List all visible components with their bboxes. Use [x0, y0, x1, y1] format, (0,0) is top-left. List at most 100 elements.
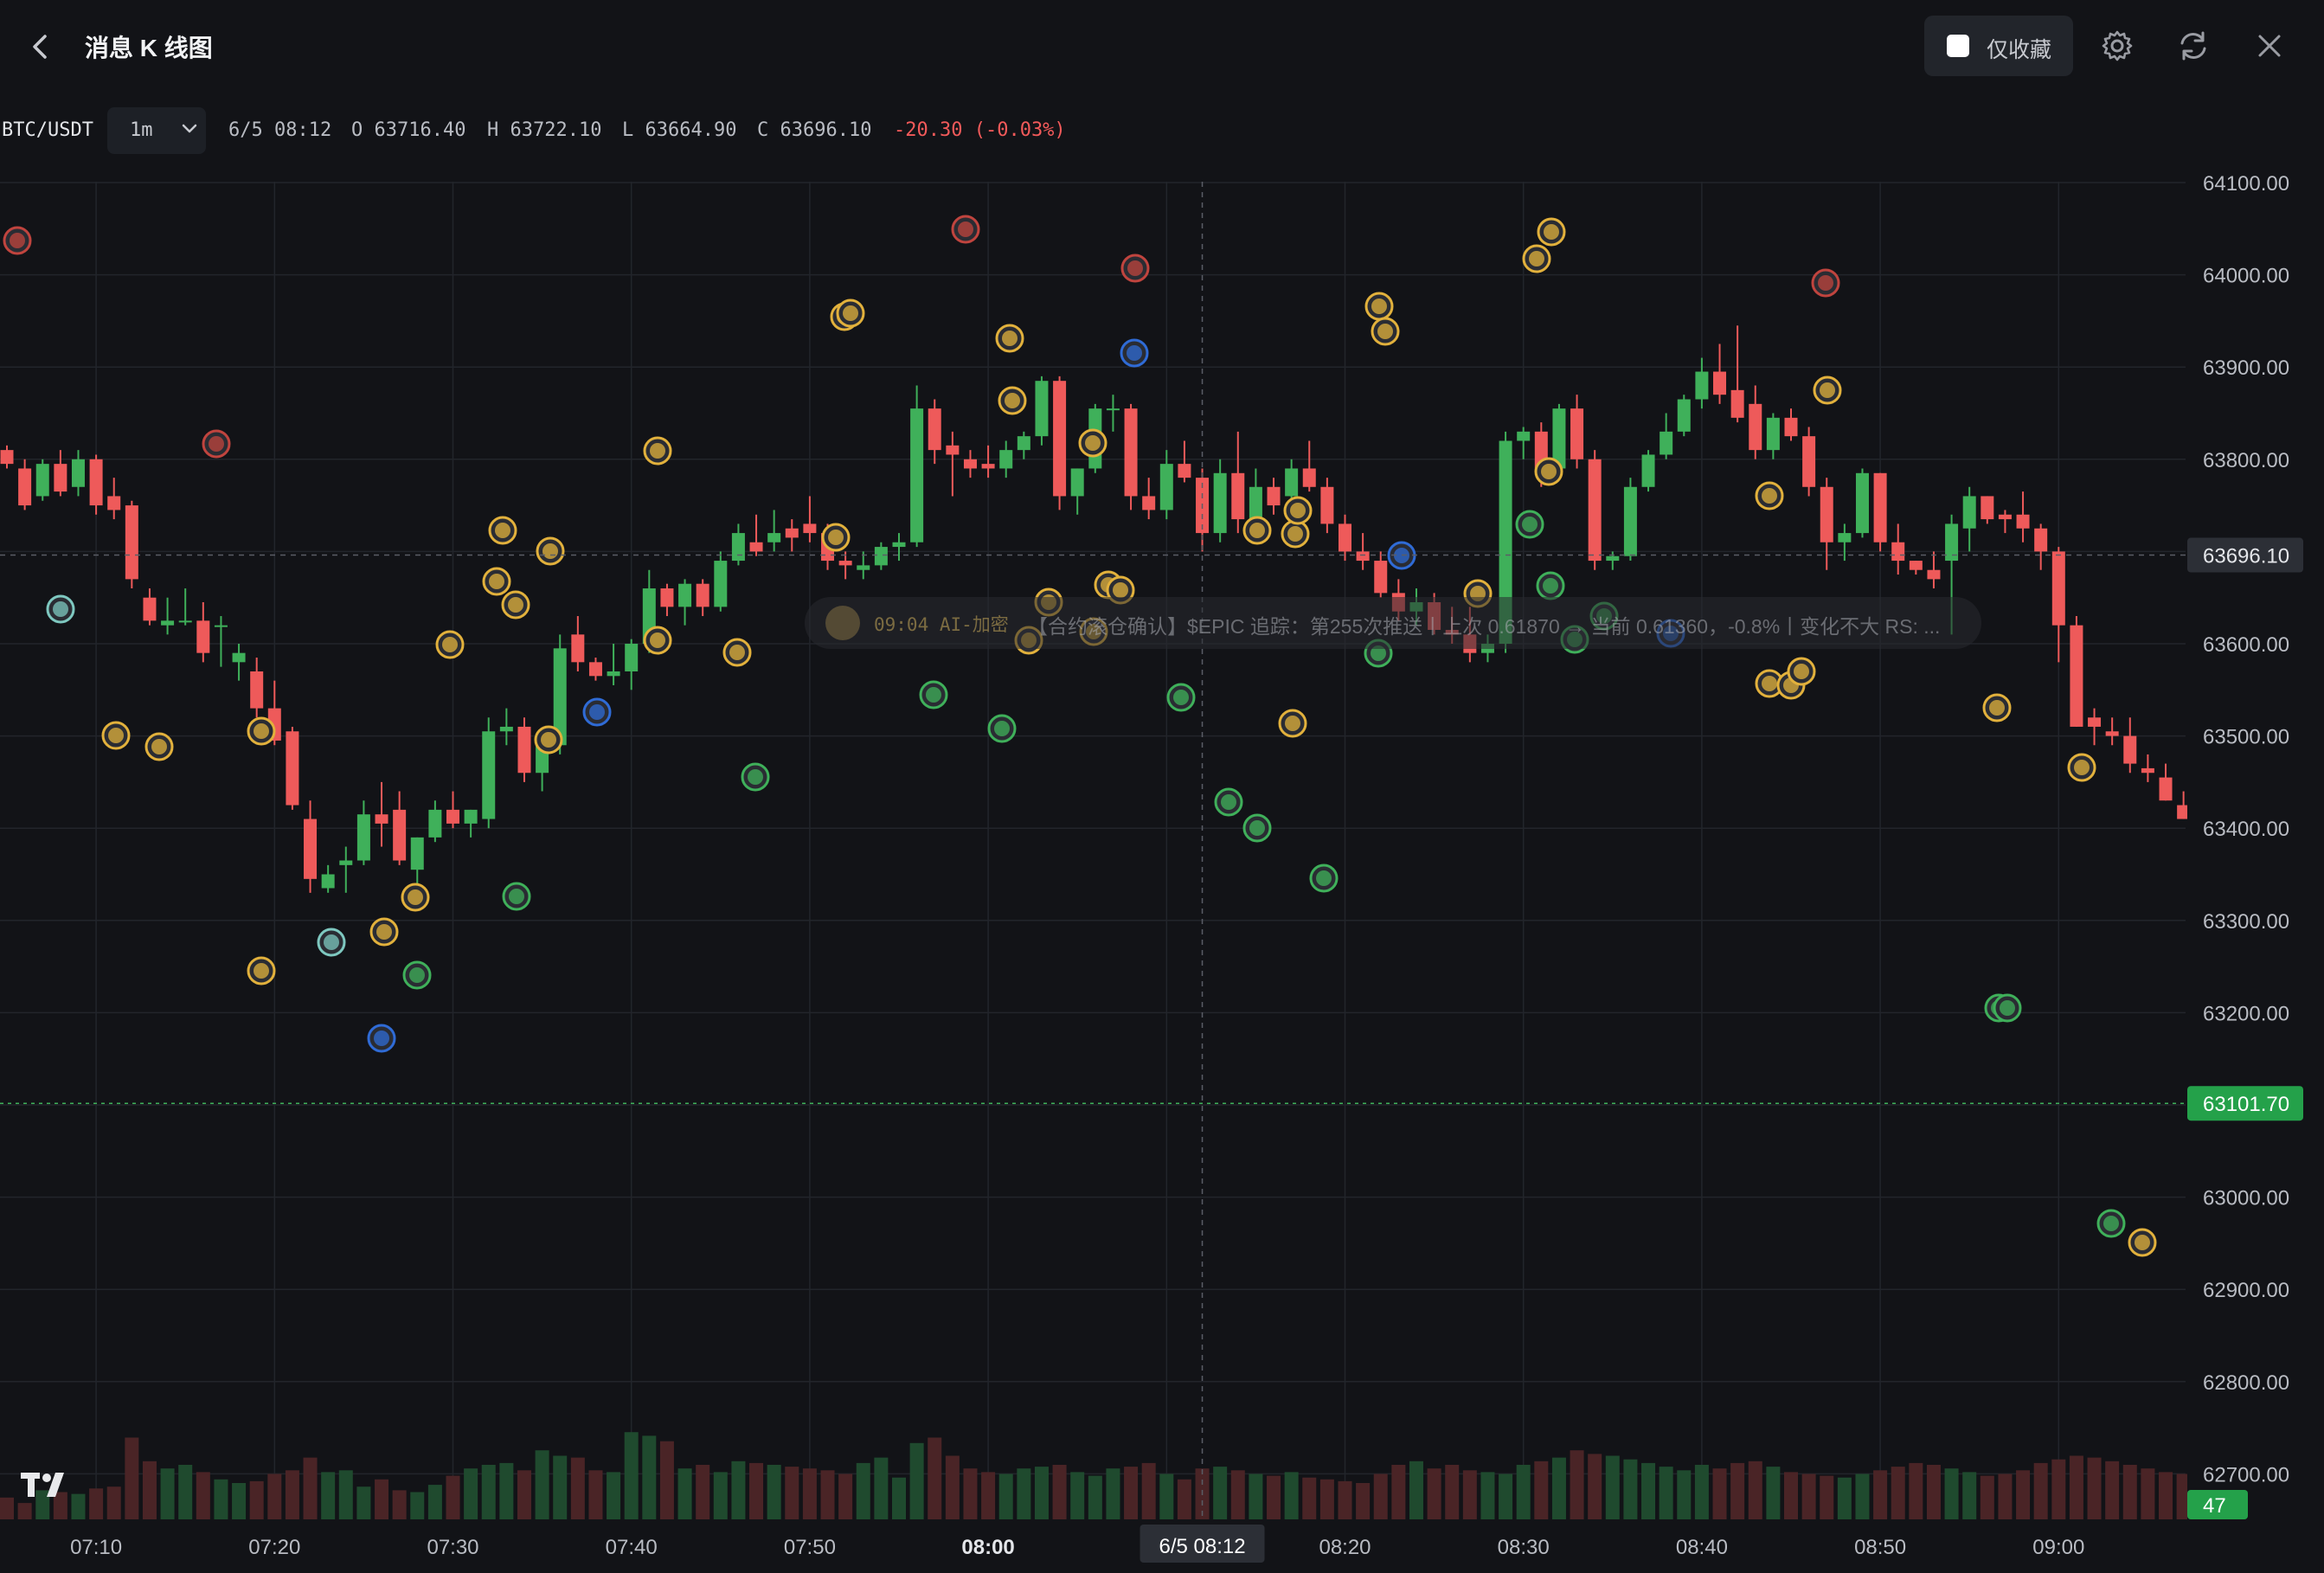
news-marker[interactable]	[643, 436, 672, 465]
news-marker[interactable]	[1534, 457, 1563, 486]
news-marker[interactable]	[1281, 519, 1310, 549]
news-marker[interactable]	[369, 917, 399, 947]
news-marker[interactable]	[1166, 683, 1196, 712]
volume-bar	[464, 1468, 478, 1519]
settings-button[interactable]	[2097, 26, 2137, 66]
news-marker[interactable]	[3, 226, 32, 255]
volume-bar	[1409, 1461, 1423, 1519]
news-marker[interactable]	[1078, 428, 1107, 458]
news-marker[interactable]	[582, 697, 612, 727]
volume-bar	[303, 1457, 318, 1519]
volume-bar	[1873, 1470, 1888, 1519]
candle-body	[981, 464, 995, 469]
news-marker[interactable]	[401, 883, 430, 912]
news-marker[interactable]	[951, 215, 980, 244]
price-tick-label: 63900.00	[2203, 356, 2289, 380]
news-marker[interactable]	[1242, 813, 1272, 843]
news-marker[interactable]	[722, 638, 752, 667]
news-marker[interactable]	[995, 324, 1024, 353]
news-marker[interactable]	[501, 590, 530, 620]
news-marker[interactable]	[1811, 268, 1840, 298]
volume-bar	[392, 1490, 407, 1519]
news-marker[interactable]	[247, 716, 276, 746]
news-marker[interactable]	[1278, 709, 1307, 738]
timeframe-select[interactable]: 1m	[107, 107, 206, 154]
close-button[interactable]	[2250, 26, 2289, 66]
news-marker[interactable]	[2067, 753, 2096, 782]
volume-bar	[659, 1441, 674, 1519]
news-marker[interactable]	[987, 714, 1017, 743]
marker-avatar-icon	[2000, 1000, 2015, 1016]
news-tooltip[interactable]: 09:04 AI-加密 【合约滚仓确认】$EPIC 追踪：第255次推送丨上次 …	[805, 597, 1981, 649]
news-marker[interactable]	[367, 1024, 396, 1053]
candle-body	[1891, 542, 1905, 562]
news-marker[interactable]	[1309, 864, 1339, 893]
news-marker[interactable]	[919, 680, 948, 709]
news-marker[interactable]	[402, 960, 432, 990]
back-button[interactable]	[24, 26, 59, 67]
news-marker[interactable]	[144, 732, 174, 761]
news-marker[interactable]	[741, 762, 770, 792]
news-marker[interactable]	[247, 956, 276, 986]
news-marker[interactable]	[1364, 292, 1394, 321]
news-marker[interactable]	[1283, 496, 1313, 525]
news-marker[interactable]	[534, 725, 563, 754]
news-marker[interactable]	[1537, 217, 1566, 247]
news-marker[interactable]	[1787, 657, 1816, 686]
candle-body	[356, 814, 370, 861]
marker-avatar-icon	[508, 597, 523, 613]
news-marker[interactable]	[821, 523, 851, 552]
volume-bar	[1659, 1467, 1673, 1519]
news-marker[interactable]	[1242, 516, 1272, 545]
news-marker[interactable]	[488, 516, 517, 545]
news-marker[interactable]	[435, 630, 465, 659]
candle-body	[1695, 371, 1709, 400]
volume-bar	[963, 1468, 978, 1519]
news-marker[interactable]	[1371, 317, 1400, 346]
news-marker[interactable]	[1515, 510, 1544, 539]
marker-avatar-icon	[1249, 523, 1265, 538]
candle-body	[428, 809, 442, 838]
candle-body	[2123, 735, 2137, 764]
candlestick-chart[interactable]: 64100.0064000.0063900.0063800.0063700.00…	[0, 0, 2324, 1573]
news-marker[interactable]	[1993, 993, 2022, 1023]
news-marker[interactable]	[836, 299, 865, 328]
news-marker[interactable]	[101, 721, 131, 750]
candle-body	[410, 837, 424, 870]
candle-body	[2088, 717, 2102, 727]
marker-avatar-icon	[1522, 517, 1538, 532]
news-marker[interactable]	[482, 567, 511, 596]
news-marker[interactable]	[643, 626, 672, 655]
volume-bar	[856, 1462, 870, 1519]
news-marker[interactable]	[1536, 571, 1565, 600]
news-marker[interactable]	[1120, 338, 1149, 368]
news-marker[interactable]	[1755, 481, 1784, 510]
checkbox-icon[interactable]	[1947, 35, 1969, 57]
news-marker[interactable]	[1813, 376, 1842, 405]
news-marker[interactable]	[2128, 1228, 2157, 1257]
candle-body	[607, 671, 620, 677]
volume-bar	[1052, 1465, 1067, 1519]
refresh-button[interactable]	[2173, 26, 2213, 66]
tradingview-logo-icon[interactable]	[21, 1469, 76, 1500]
news-marker[interactable]	[1522, 244, 1551, 273]
news-marker[interactable]	[502, 882, 531, 911]
back-arrow-icon	[33, 35, 47, 59]
news-marker[interactable]	[202, 429, 231, 459]
news-marker[interactable]	[1120, 254, 1150, 283]
news-marker[interactable]	[1982, 693, 2012, 722]
news-marker[interactable]	[317, 928, 346, 957]
marker-avatar-icon	[1316, 870, 1332, 886]
news-marker[interactable]	[46, 594, 75, 624]
news-marker[interactable]	[2096, 1209, 2126, 1238]
favorites-only-toggle[interactable]: 仅收藏	[1924, 16, 2073, 76]
volume-bar	[410, 1492, 425, 1519]
news-marker[interactable]	[998, 386, 1027, 415]
news-marker[interactable]	[536, 536, 565, 566]
candle-body	[1106, 408, 1120, 411]
candle-body	[2016, 514, 2030, 529]
news-marker[interactable]	[1214, 787, 1243, 817]
candle-body	[1838, 533, 1852, 543]
candle-body	[161, 620, 175, 626]
candle-body	[892, 542, 906, 548]
